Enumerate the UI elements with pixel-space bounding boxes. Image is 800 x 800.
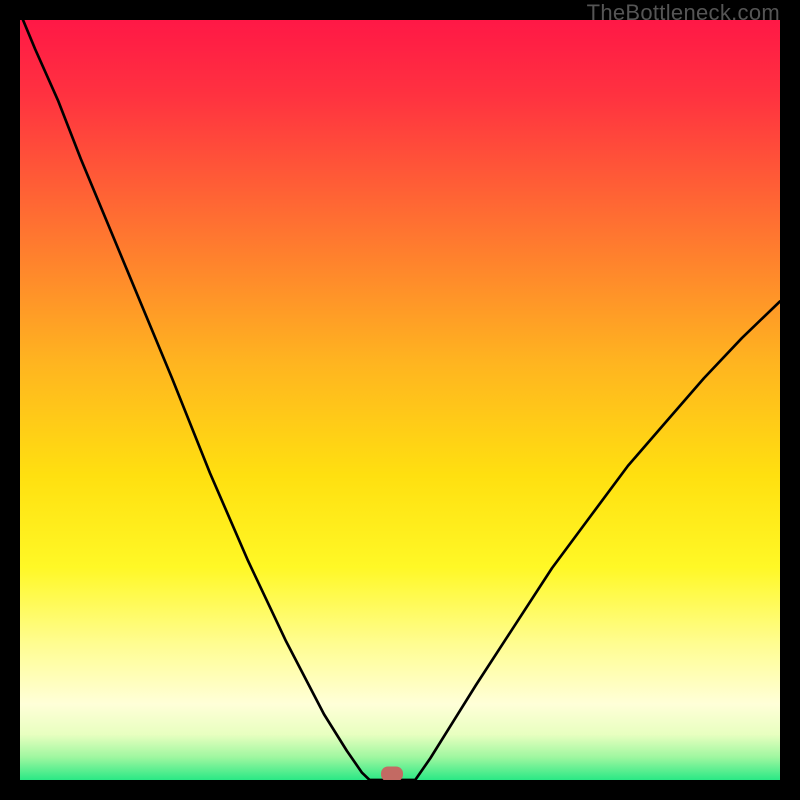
optimal-marker: [381, 767, 403, 780]
bottleneck-curve: [20, 20, 780, 780]
curve-layer: [20, 20, 780, 780]
plot-area: [20, 20, 780, 780]
watermark: TheBottleneck.com: [587, 0, 780, 26]
